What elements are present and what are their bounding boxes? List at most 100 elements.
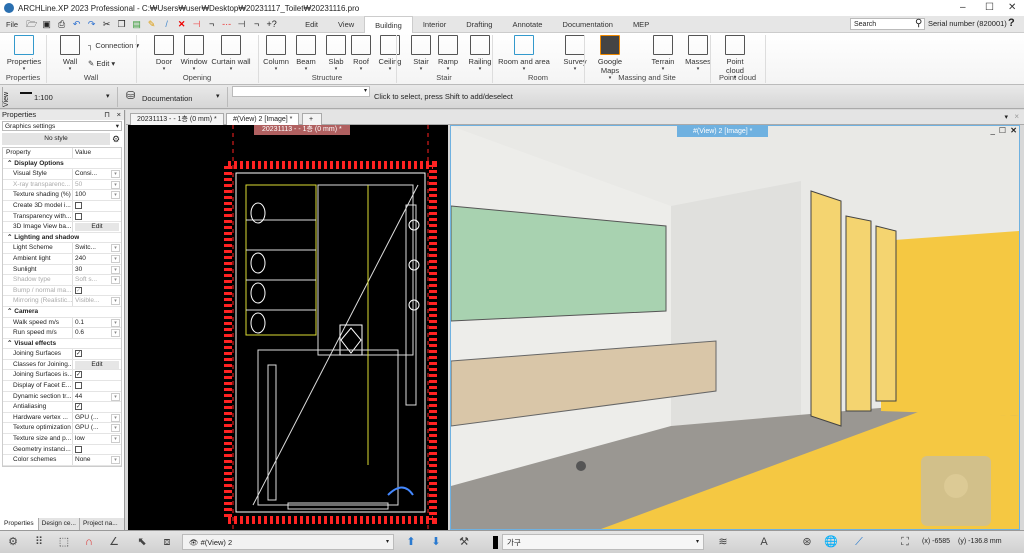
property-value[interactable]: Switc... xyxy=(75,244,96,251)
chevron-down-icon[interactable]: ▾ xyxy=(111,392,120,401)
chevron-down-icon[interactable]: ▾ xyxy=(111,435,120,444)
property-value[interactable]: Visible... xyxy=(75,297,99,304)
tab-building[interactable]: Building xyxy=(364,15,413,33)
north-arrow-icon[interactable]: A xyxy=(755,534,773,551)
section-header[interactable]: ⌃ Display Options xyxy=(3,159,121,170)
tab-design-center[interactable]: Design ce... xyxy=(37,518,79,530)
property-value[interactable]: Soft s... xyxy=(75,276,97,283)
pin-icon[interactable]: ⊓ xyxy=(104,110,110,119)
tab-mep[interactable]: MEP xyxy=(623,16,659,33)
layer-select[interactable]: 가구 ▾ xyxy=(502,534,704,550)
pipette-icon[interactable]: / xyxy=(161,19,172,30)
command-input[interactable]: ▾ xyxy=(232,86,370,97)
paste-icon[interactable]: ▤ xyxy=(131,19,142,30)
minimize-view-button[interactable]: _ xyxy=(991,126,995,135)
snap-line-icon[interactable]: ⟋ xyxy=(850,534,868,551)
tab-menu-icon[interactable]: ▾ xyxy=(1004,113,1008,121)
maximize-view-button[interactable]: ☐ xyxy=(999,126,1006,135)
section-header[interactable]: ⌃ Visual effects xyxy=(3,339,121,350)
print-icon[interactable]: ⎙ xyxy=(56,19,67,30)
checkbox[interactable] xyxy=(75,382,82,390)
close-button[interactable]: ✕ xyxy=(1008,2,1016,13)
fillet-icon[interactable]: ¬ xyxy=(251,19,262,30)
checkbox[interactable]: ✓ xyxy=(75,350,82,358)
ramp-button[interactable]: Ramp ▾ xyxy=(430,35,466,72)
zoom-extents-icon[interactable]: ⛶ xyxy=(896,534,914,551)
chevron-down-icon[interactable]: ▾ xyxy=(111,254,120,263)
angle-snap-icon[interactable]: ∠ xyxy=(105,534,123,551)
room-button[interactable]: Room and area ▾ xyxy=(497,35,551,72)
section-header[interactable]: ⌃ Lighting and shadow xyxy=(3,233,121,244)
gear-icon[interactable]: ⚙ xyxy=(4,534,22,551)
layers-icon[interactable]: ≋ xyxy=(714,534,732,551)
tab-3d-view[interactable]: #(View) 2 [Image] * xyxy=(226,113,300,125)
property-value[interactable]: low xyxy=(75,435,85,442)
property-value[interactable]: GPU (... xyxy=(75,424,98,431)
extend-icon[interactable]: ⊣ xyxy=(236,19,247,30)
orbit-icon[interactable]: ⊛ xyxy=(798,534,816,551)
section-header[interactable]: ⌃ Camera xyxy=(3,307,121,318)
property-value[interactable]: None xyxy=(75,456,91,463)
property-value[interactable]: 50 xyxy=(75,181,82,188)
properties-button[interactable]: Properties ▾ xyxy=(6,35,42,72)
chevron-down-icon[interactable]: ▾ xyxy=(111,424,120,433)
delete-icon[interactable]: ✕ xyxy=(176,19,187,30)
curtain-wall-button[interactable]: Curtain wall ▾ xyxy=(210,35,252,72)
redo-icon[interactable]: ↷ xyxy=(86,19,97,30)
split-icon[interactable]: -·- xyxy=(221,19,232,30)
view-navigation-widget[interactable] xyxy=(921,456,991,526)
gear-icon[interactable]: ⚙ xyxy=(110,133,122,145)
chevron-down-icon[interactable]: ▾ xyxy=(111,265,120,274)
brush-icon[interactable]: ✎ xyxy=(146,19,157,30)
property-value[interactable]: 100 xyxy=(75,191,86,198)
line-scale-select[interactable]: 1:100 ▾ xyxy=(18,87,118,107)
checkbox[interactable] xyxy=(75,445,82,453)
chevron-down-icon[interactable]: ▾ xyxy=(111,329,120,338)
search-input[interactable]: Search xyxy=(850,18,925,30)
tab-properties[interactable]: Properties xyxy=(0,518,38,530)
checkbox[interactable]: ✓ xyxy=(75,286,82,294)
close-icon[interactable]: × xyxy=(117,110,121,119)
tab-project-navigator[interactable]: Project na... xyxy=(78,518,121,530)
chevron-down-icon[interactable]: ▾ xyxy=(111,297,120,306)
property-value[interactable]: 240 xyxy=(75,255,86,262)
chevron-down-icon[interactable]: ▾ xyxy=(111,318,120,327)
edit-button[interactable]: ✎ Edit ▾ xyxy=(88,59,115,68)
minimize-button[interactable]: – xyxy=(960,2,966,13)
3d-box-icon[interactable]: ⧈ xyxy=(158,534,176,551)
tab-interior[interactable]: Interior xyxy=(413,16,456,33)
maximize-button[interactable]: ☐ xyxy=(985,2,994,13)
grid-icon[interactable]: ⠿ xyxy=(30,534,48,551)
close-view-button[interactable]: ✕ xyxy=(1010,126,1017,135)
checkbox[interactable] xyxy=(75,212,82,220)
chevron-down-icon[interactable]: ▾ xyxy=(111,456,120,465)
tab-annotate[interactable]: Annotate xyxy=(502,16,552,33)
property-value[interactable]: 44 xyxy=(75,393,82,400)
trim-icon[interactable]: ⊣ xyxy=(191,19,202,30)
tab-drafting[interactable]: Drafting xyxy=(456,16,502,33)
tab-view[interactable]: View xyxy=(328,16,364,33)
tab-edit[interactable]: Edit xyxy=(295,16,328,33)
property-value[interactable]: Consi... xyxy=(75,170,97,177)
select-cursor-icon[interactable]: ⬉ xyxy=(133,534,151,551)
undo-icon[interactable]: ↶ xyxy=(71,19,82,30)
checkbox[interactable] xyxy=(75,201,82,209)
property-value[interactable]: GPU (... xyxy=(75,414,98,421)
chevron-down-icon[interactable]: ▾ xyxy=(111,413,120,422)
floor-plan-view[interactable]: 20231113 - - 1층 (0 mm) * xyxy=(128,125,448,530)
open-icon[interactable]: 🗁 xyxy=(26,19,37,30)
chevron-down-icon[interactable]: ▾ xyxy=(111,276,120,285)
corner-icon[interactable]: ¬ xyxy=(206,19,217,30)
view-select[interactable]: 👁 #(View) 2 ▾ xyxy=(182,534,394,550)
color-swatch[interactable] xyxy=(493,536,498,549)
terrain-button[interactable]: Terrain ▾ xyxy=(645,35,681,72)
arrow-up-icon[interactable]: ⬆ xyxy=(402,534,420,551)
close-icon[interactable]: × xyxy=(1014,112,1019,121)
edit-button[interactable]: Edit xyxy=(75,360,119,369)
tab-documentation[interactable]: Documentation xyxy=(552,16,622,33)
window-button[interactable]: Window ▾ xyxy=(176,35,212,72)
layer-set-select[interactable]: ⛁ Documentation ▾ xyxy=(124,87,228,107)
magnet-icon[interactable]: ∩ xyxy=(80,534,98,551)
search-icon[interactable]: ⚲ xyxy=(915,18,922,29)
property-value[interactable]: 0.6 xyxy=(75,329,84,336)
